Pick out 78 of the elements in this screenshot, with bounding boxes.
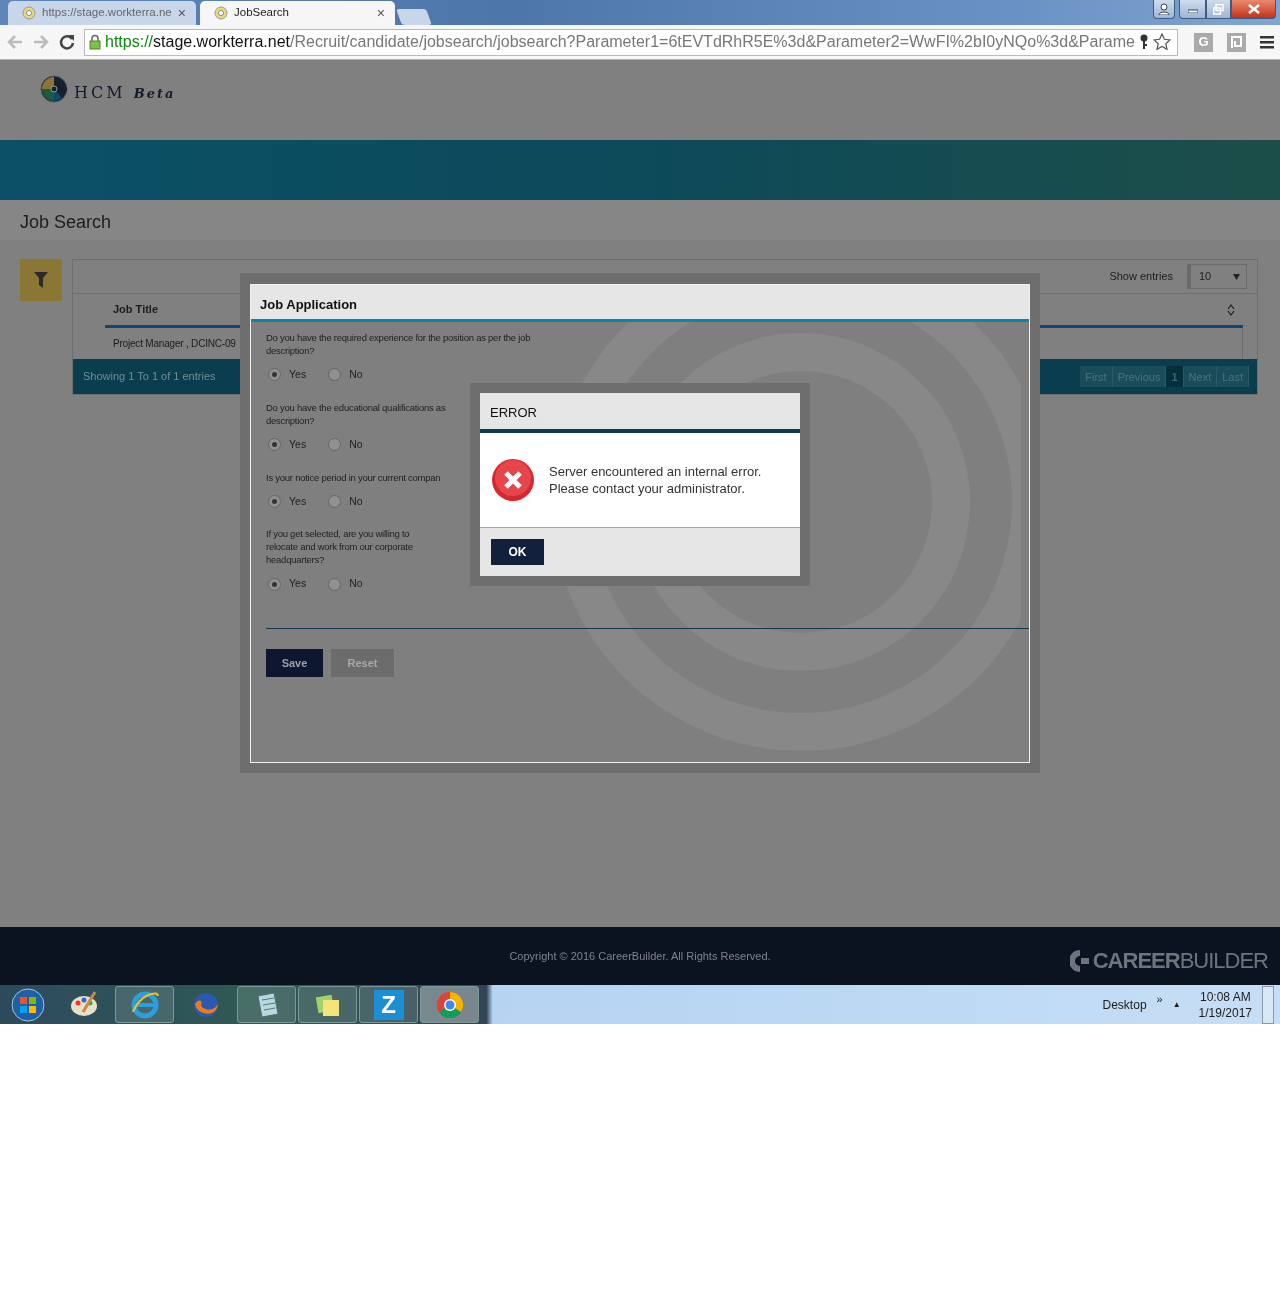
windows-logo-icon (11, 987, 45, 1022)
radio-button[interactable] (328, 438, 342, 452)
taskbar-button[interactable] (115, 986, 174, 1023)
key-icon[interactable] (1138, 34, 1149, 50)
tray-expand-button[interactable]: ▲ (1172, 998, 1181, 1011)
option-label: Yes (289, 493, 307, 509)
question-text: If you get selected, are you willing to relocate and work from our corporate headquarters? (266, 527, 413, 567)
menu-icon[interactable] (1260, 35, 1274, 49)
restore-button[interactable] (1206, 0, 1231, 19)
show-entries-label: Show entries (1109, 269, 1173, 285)
brand-name: HCM Beta (74, 82, 176, 104)
dialog-title: Job Application (251, 285, 1029, 322)
radio-button[interactable] (268, 577, 281, 591)
sort-icon[interactable] (1227, 303, 1235, 316)
clock-time[interactable]: 10:08 AM (1198, 988, 1252, 1005)
logo-icon (40, 75, 68, 103)
browser-e-icon (129, 989, 160, 1020)
page-title: Job Search (20, 212, 112, 232)
show-desktop-button[interactable] (1262, 985, 1274, 1024)
person-icon (1158, 3, 1170, 15)
globe-icon (22, 6, 36, 20)
radio-button[interactable] (268, 494, 281, 508)
taskbar-button[interactable] (298, 986, 357, 1023)
radio-button[interactable] (268, 438, 281, 452)
reload-icon[interactable] (58, 33, 76, 51)
option-label: Yes (289, 576, 307, 592)
filter-icon (34, 272, 48, 288)
globe-icon (214, 6, 228, 20)
close-icon (1247, 4, 1260, 14)
table-cell-text: Project Manager , DCINC-09 (113, 337, 236, 351)
error-icon (491, 458, 535, 502)
option-label: Yes (289, 436, 307, 452)
radio-button[interactable] (328, 494, 342, 508)
brand-logo-text: CAREERBUILDER (1092, 947, 1268, 975)
desktop-toolbar[interactable]: Desktop (1102, 995, 1147, 1014)
star-icon[interactable] (1152, 33, 1171, 51)
radio-button[interactable] (328, 577, 342, 591)
radio-button[interactable] (328, 368, 342, 382)
question-text: Do you have the educational qualifications as description? (266, 400, 446, 427)
question-text: Do you have the required experience for the position as per the job description? (266, 331, 531, 357)
clock-date[interactable]: 1/19/2017 (1198, 1004, 1252, 1021)
entries-info: Showing 1 To 1 of 1 entries (83, 369, 216, 385)
taskbar-button[interactable] (420, 986, 479, 1023)
address-bar[interactable]: https://stage.workterra.net/Recruit/candidate/jobsearch/jobsearch?Parameter1=6tEVTdRhR5E%3d&Parameter2=WwFI%2bI0yNQo%3d&Parame (84, 28, 1178, 56)
option-label: Yes (289, 367, 307, 382)
close-button[interactable] (1231, 0, 1276, 19)
option-label: No (349, 436, 363, 452)
column-header[interactable]: Job Title (113, 301, 159, 318)
restore-icon (1213, 3, 1224, 15)
logo-icon (1069, 948, 1090, 973)
error-message: Server encountered an internal error. Please contact your administrator. (549, 463, 762, 497)
minimize-button[interactable] (1179, 0, 1206, 19)
question-text: Is your notice period in your current compan (266, 470, 441, 484)
url-text: https://stage.workterra.net/Recruit/candidate/jobsearch/jobsearch?Parameter1=6tEVTdRhR5E%3d&Parameter2=WwFI%2bI0yNQo%3d&Parame (105, 32, 1135, 52)
new-tab-button[interactable] (396, 9, 432, 25)
dialog-title: ERROR (480, 393, 800, 433)
lock-icon (89, 34, 101, 50)
dropdown-icon (1233, 273, 1240, 280)
taskbar-button[interactable]: Z (359, 986, 418, 1023)
option-label: No (349, 576, 363, 592)
taskbar-button[interactable] (237, 986, 296, 1023)
close-icon[interactable]: × (177, 2, 186, 24)
chevron-button[interactable]: » (1156, 991, 1163, 1008)
form-button[interactable]: Save (266, 649, 323, 677)
radio-button[interactable] (268, 368, 281, 382)
chrome-icon (434, 989, 465, 1020)
filter-button[interactable] (20, 259, 62, 301)
page-size-select[interactable]: 10 (1187, 264, 1247, 289)
browser-tab[interactable]: https://stage.workterra.ne × (8, 1, 196, 25)
extension-button[interactable] (1227, 32, 1246, 52)
form-button: Reset (331, 649, 394, 677)
option-label: No (349, 493, 363, 509)
profile-button[interactable] (1153, 0, 1175, 19)
ok-button[interactable]: OK (491, 539, 544, 565)
copyright-text: Copyright © 2016 CareerBuilder. All Rights Reserved. (509, 948, 771, 964)
browser-tab[interactable]: JobSearch × (200, 1, 395, 25)
close-icon[interactable]: × (376, 2, 385, 24)
option-label: No (349, 367, 363, 382)
